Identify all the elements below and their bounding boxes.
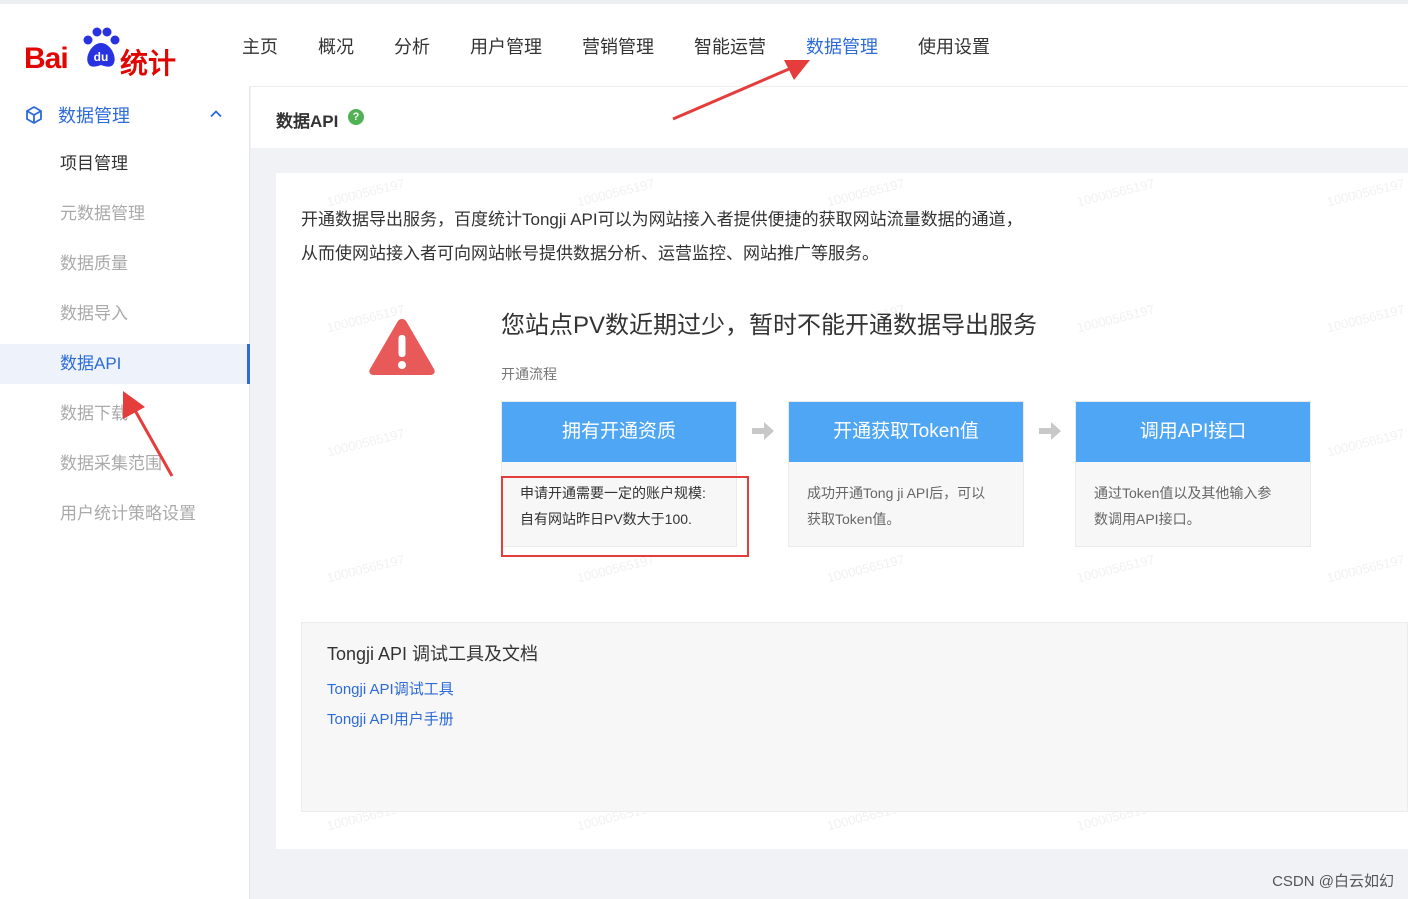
step-title-button[interactable]: 开通获取Token值: [789, 402, 1023, 462]
watermark: 10000565197: [1325, 175, 1407, 210]
svg-text:du: du: [94, 50, 109, 64]
sidebar-group-data-management[interactable]: 数据管理: [0, 86, 250, 144]
warning-title: 您站点PV数近期过少，暂时不能开通数据导出服务: [501, 312, 1038, 339]
watermark: 10000565197: [1075, 301, 1157, 336]
service-intro: 开通数据导出服务，百度统计Tongji API可以为网站接入者提供便捷的获取网站…: [301, 203, 1023, 271]
warning-icon: [369, 319, 435, 375]
credit-watermark: CSDN @白云如幻: [1272, 873, 1394, 890]
nav-item-marketing[interactable]: 营销管理: [562, 4, 674, 90]
docs-title: Tongji API 调试工具及文档: [327, 644, 539, 664]
watermark: 10000565197: [1325, 551, 1407, 586]
paw-icon: du: [83, 27, 120, 67]
page-title: 数据API: [276, 112, 339, 131]
watermark: 10000565197: [325, 551, 407, 586]
intro-line-1: 开通数据导出服务，百度统计Tongji API可以为网站接入者提供便捷的获取网站…: [301, 210, 1023, 229]
main-nav: 主页 概况 分析 用户管理 营销管理 智能运营 数据管理 使用设置: [222, 4, 1010, 90]
step-description: 通过Token值以及其他输入参 数调用API接口。: [1076, 462, 1310, 532]
watermark: 10000565197: [325, 425, 407, 460]
question-icon[interactable]: ?: [348, 109, 364, 125]
flow-label: 开通流程: [501, 366, 557, 382]
nav-item-settings[interactable]: 使用设置: [898, 4, 1010, 90]
nav-item-user-management[interactable]: 用户管理: [450, 4, 562, 90]
step-card-call-api: 调用API接口 通过Token值以及其他输入参 数调用API接口。: [1075, 401, 1311, 547]
sidebar-group-label: 数据管理: [58, 106, 130, 126]
logo-text-tongji: 统计: [120, 47, 177, 80]
cube-icon: [26, 106, 42, 124]
step-desc-line: 数调用API接口。: [1094, 511, 1201, 527]
intro-line-2: 从而使网站接入者可向网站帐号提供数据分析、运营监控、网站推广等服务。: [301, 244, 879, 263]
sidebar-item-user-stats-policy[interactable]: 用户统计策略设置: [0, 494, 250, 534]
nav-item-overview[interactable]: 概况: [298, 4, 374, 90]
annotation-highlight-box: [501, 476, 749, 557]
sidebar-item-data-quality[interactable]: 数据质量: [0, 244, 250, 284]
main-content-card: 10000565197 10000565197 10000565197 1000…: [276, 173, 1408, 849]
baidu-tongji-logo[interactable]: Bai du 统计: [24, 22, 184, 80]
top-navbar: Bai du 统计 主页 概况 分析 用户管理 营销管理 智能运营 数据管理 使…: [0, 0, 1408, 90]
debug-tool-link[interactable]: Tongji API调试工具: [327, 678, 454, 699]
sidebar-item-project-management[interactable]: 项目管理: [0, 144, 250, 184]
step-desc-line: 通过Token值以及其他输入参: [1094, 485, 1272, 501]
chevron-up-icon: [210, 110, 222, 118]
logo-text-bai: Bai: [24, 42, 69, 75]
watermark: 10000565197: [1325, 301, 1407, 336]
step-desc-line: 获取Token值。: [807, 511, 901, 527]
user-manual-link[interactable]: Tongji API用户手册: [327, 708, 454, 729]
nav-item-home[interactable]: 主页: [222, 4, 298, 90]
watermark: 10000565197: [1075, 551, 1157, 586]
sidebar-item-data-api[interactable]: 数据API: [0, 344, 250, 384]
arrow-right-icon: [1039, 422, 1061, 440]
docs-panel: Tongji API 调试工具及文档 Tongji API调试工具 Tongji…: [301, 622, 1408, 812]
sidebar-item-metadata-management[interactable]: 元数据管理: [0, 194, 250, 234]
nav-item-data-management[interactable]: 数据管理: [786, 4, 898, 90]
sidebar-item-data-download[interactable]: 数据下载: [0, 394, 250, 434]
sidebar: 数据管理 项目管理 元数据管理 数据质量 数据导入 数据API 数据下载 数据采…: [0, 86, 250, 899]
step-card-token: 开通获取Token值 成功开通Tong ji API后，可以 获取Token值。: [788, 401, 1024, 547]
step-description: 成功开通Tong ji API后，可以 获取Token值。: [789, 462, 1023, 532]
arrow-right-icon: [752, 422, 774, 440]
nav-item-analysis[interactable]: 分析: [374, 4, 450, 90]
page-header: 数据API ?: [251, 86, 1408, 148]
watermark: 10000565197: [1075, 175, 1157, 210]
step-title-button[interactable]: 拥有开通资质: [502, 402, 736, 462]
sidebar-item-data-import[interactable]: 数据导入: [0, 294, 250, 334]
nav-item-smart-ops[interactable]: 智能运营: [674, 4, 786, 90]
sidebar-item-collection-scope[interactable]: 数据采集范围: [0, 444, 250, 484]
step-desc-line: 成功开通Tong ji API后，可以: [807, 485, 986, 501]
step-title-button[interactable]: 调用API接口: [1076, 402, 1310, 462]
watermark: 10000565197: [1325, 425, 1407, 460]
watermark: 10000565197: [825, 551, 907, 586]
